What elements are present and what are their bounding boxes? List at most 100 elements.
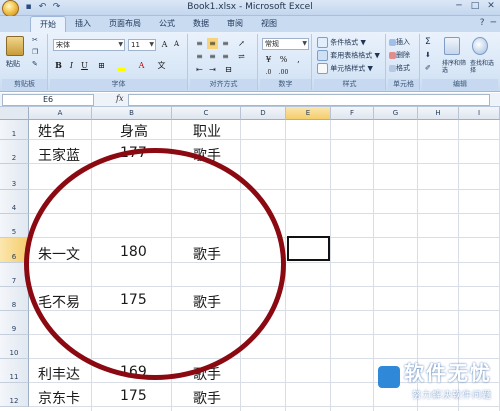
percent-button[interactable]: %: [278, 54, 289, 65]
column-header-d[interactable]: D: [241, 107, 286, 120]
name-box[interactable]: E6: [2, 94, 94, 106]
column-header-g[interactable]: G: [374, 107, 418, 120]
cell-a12[interactable]: 京东卡: [38, 388, 80, 408]
number-format-select[interactable]: 常规 ▼: [262, 38, 309, 50]
format-as-table-button[interactable]: 套用表格格式 ▼: [317, 50, 380, 61]
fx-icon[interactable]: fx: [116, 94, 123, 103]
row-header-6[interactable]: 6: [0, 238, 29, 263]
column-header-a[interactable]: A: [29, 107, 92, 120]
cell-c6[interactable]: 歌手: [193, 244, 221, 264]
cell-c2[interactable]: 歌手: [193, 145, 221, 165]
autosum-button[interactable]: Σ: [425, 37, 431, 47]
phonetic-icon[interactable]: 文: [156, 60, 167, 71]
font-size-select[interactable]: 11 ▼: [128, 39, 156, 51]
cell-b11[interactable]: 169: [120, 364, 147, 380]
ribbon-minimize-icon[interactable]: ─: [491, 18, 496, 28]
cell-b6[interactable]: 180: [120, 244, 147, 260]
cell-a6[interactable]: 朱一文: [38, 244, 80, 264]
increase-decimal-icon[interactable]: .0: [263, 67, 274, 78]
cell-a2[interactable]: 王家蓝: [38, 145, 80, 165]
currency-icon[interactable]: ¥: [263, 54, 274, 65]
restore-button[interactable]: □: [468, 1, 482, 13]
column-header-e[interactable]: E: [286, 107, 331, 120]
increase-indent-icon[interactable]: ⇥: [207, 64, 218, 75]
align-right-icon[interactable]: ≡: [220, 51, 231, 62]
column-header-f[interactable]: F: [331, 107, 374, 120]
delete-cells-button[interactable]: 删除: [389, 50, 410, 60]
cell-b12[interactable]: 175: [120, 388, 147, 404]
active-cell-selection[interactable]: [287, 236, 330, 261]
bold-button[interactable]: B: [53, 60, 64, 71]
paste-button[interactable]: [6, 36, 24, 56]
cell-styles-button[interactable]: 单元格样式 ▼: [317, 63, 373, 74]
worksheet-grid[interactable]: A B C D E F G H I 1 2 3 4 5 6 7 8 9 10 11 12 姓名 身高 职业 王家蓝 177 歌手 朱一…: [0, 107, 500, 411]
row-header-9[interactable]: 9: [0, 311, 29, 335]
cell-c12[interactable]: 歌手: [193, 388, 221, 408]
fill-color-icon[interactable]: [116, 60, 127, 71]
format-painter-icon[interactable]: ✎: [32, 60, 38, 68]
sort-filter-icon[interactable]: [444, 37, 460, 55]
column-header-i[interactable]: I: [459, 107, 500, 120]
copy-icon[interactable]: ❐: [32, 48, 38, 56]
cell-a8[interactable]: 毛不易: [38, 292, 80, 312]
underline-button[interactable]: U: [79, 60, 90, 71]
font-color-icon[interactable]: A: [136, 60, 147, 71]
format-cells-button[interactable]: 格式: [389, 63, 410, 73]
fill-icon[interactable]: ⬇: [425, 51, 431, 59]
align-left-icon[interactable]: ≡: [194, 51, 205, 62]
italic-button[interactable]: I: [66, 60, 77, 71]
row-header-10[interactable]: 10: [0, 335, 29, 359]
font-name-select[interactable]: 宋体 ▼: [53, 39, 125, 51]
row-header-1[interactable]: 1: [0, 120, 29, 140]
align-middle-icon[interactable]: ≡: [207, 38, 218, 49]
help-icon[interactable]: ?: [480, 18, 485, 28]
row-header-3[interactable]: 3: [0, 164, 29, 190]
cell-a11[interactable]: 利丰达: [38, 364, 80, 384]
row-header-5[interactable]: 5: [0, 214, 29, 238]
row-header-4[interactable]: 4: [0, 190, 29, 214]
minimize-button[interactable]: ─: [452, 1, 466, 13]
tab-formulas[interactable]: 公式: [150, 16, 184, 32]
decrease-indent-icon[interactable]: ⇤: [194, 64, 205, 75]
tab-page-layout[interactable]: 页面布局: [100, 16, 150, 32]
column-header-b[interactable]: B: [92, 107, 172, 120]
border-icon[interactable]: ⊞: [96, 60, 107, 71]
tab-insert[interactable]: 插入: [66, 16, 100, 32]
orientation-icon[interactable]: ↗: [236, 38, 247, 49]
align-top-icon[interactable]: ≡: [194, 38, 205, 49]
tab-home[interactable]: 开始: [30, 16, 66, 32]
formula-input[interactable]: [128, 94, 490, 106]
tab-review[interactable]: 审阅: [218, 16, 252, 32]
column-header-h[interactable]: H: [418, 107, 459, 120]
decrease-decimal-icon[interactable]: .00: [278, 67, 289, 78]
tab-view[interactable]: 视图: [252, 16, 286, 32]
cell-b1[interactable]: 身高: [120, 121, 148, 141]
shrink-font-icon[interactable]: A: [171, 39, 182, 50]
conditional-format-button[interactable]: 条件格式 ▼: [317, 37, 366, 48]
row-header-7[interactable]: 7: [0, 263, 29, 287]
grow-font-icon[interactable]: A: [159, 39, 170, 50]
row-header-12[interactable]: 12: [0, 383, 29, 407]
merge-center-icon[interactable]: ⊟: [223, 64, 234, 75]
cell-a1[interactable]: 姓名: [38, 121, 66, 141]
find-select-icon[interactable]: [472, 37, 488, 55]
cut-icon[interactable]: ✂: [32, 36, 38, 44]
comma-button[interactable]: ,: [293, 54, 304, 65]
cell-c11[interactable]: 歌手: [193, 364, 221, 384]
select-all-corner[interactable]: [0, 107, 29, 120]
cell-c1[interactable]: 职业: [193, 121, 221, 141]
align-bottom-icon[interactable]: ≡: [220, 38, 231, 49]
cell-b8[interactable]: 175: [120, 292, 147, 308]
close-button[interactable]: ✕: [484, 1, 498, 13]
row-header-11[interactable]: 11: [0, 359, 29, 383]
align-center-icon[interactable]: ≡: [207, 51, 218, 62]
clear-icon[interactable]: ✐: [425, 64, 431, 72]
row-header-8[interactable]: 8: [0, 287, 29, 311]
tab-data[interactable]: 数据: [184, 16, 218, 32]
insert-cells-button[interactable]: 插入: [389, 37, 410, 47]
cell-b2[interactable]: 177: [120, 145, 147, 161]
wrap-text-icon[interactable]: ⇌: [236, 51, 247, 62]
column-header-c[interactable]: C: [172, 107, 241, 120]
cell-c8[interactable]: 歌手: [193, 292, 221, 312]
row-header-2[interactable]: 2: [0, 140, 29, 164]
